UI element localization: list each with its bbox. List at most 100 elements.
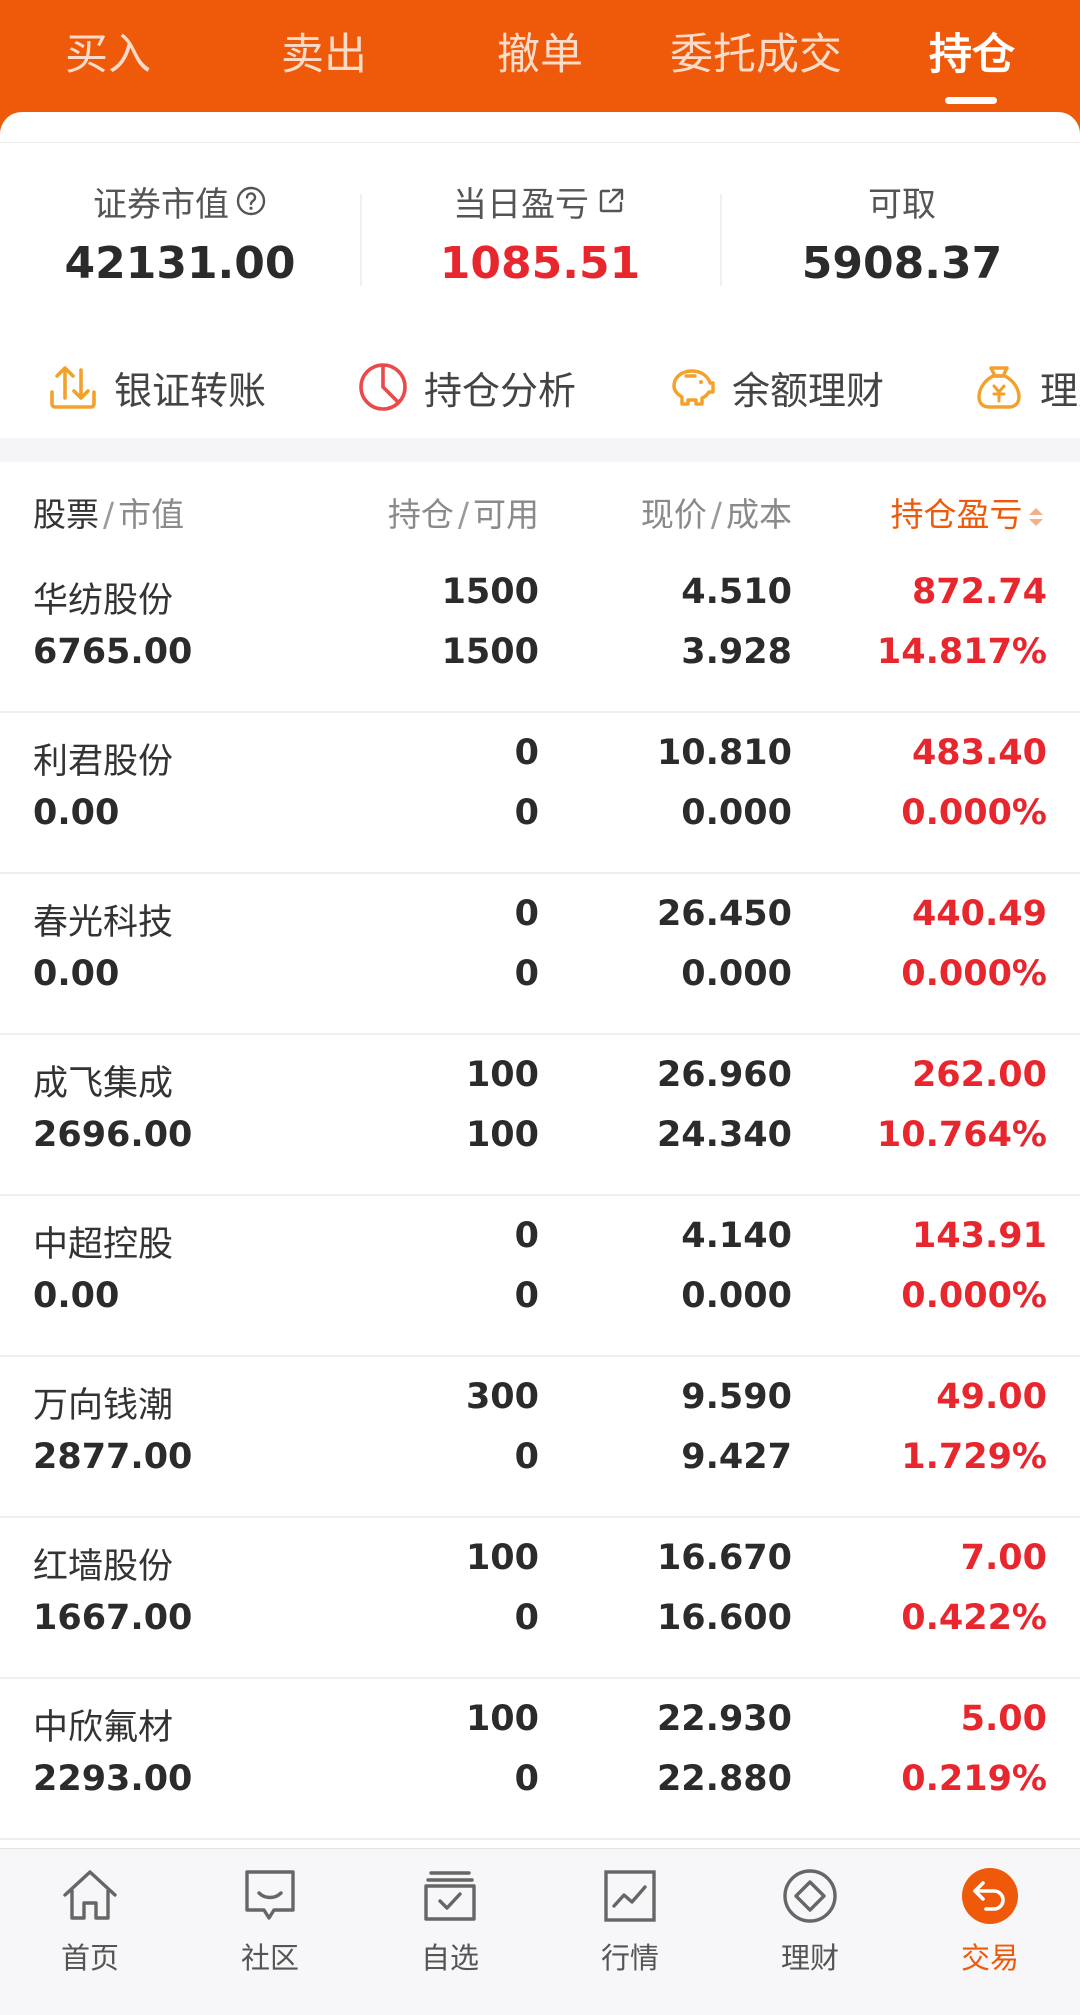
nav-label: 自选	[420, 1941, 479, 1975]
table-row[interactable]: 万向钱潮 2877.00 300 0 9.590 9.427 49.00 1.7…	[0, 1357, 1080, 1518]
cost-price: 0.000	[681, 1276, 792, 1316]
current-price: 26.450	[656, 894, 792, 934]
trade-tab-bar: 买入 卖出 撤单 委托成交 持仓	[0, 0, 1080, 112]
position-pnl: 143.91	[911, 1216, 1047, 1256]
available-qty: 1500	[441, 632, 539, 672]
table-row[interactable]: 春光科技 0.00 0 0 26.450 0.000 440.49 0.000%	[0, 874, 1080, 1035]
position-pnl: 483.40	[911, 733, 1047, 773]
market-value-stat: 证券市值 42131.00	[0, 176, 360, 296]
position-qty: 0	[514, 894, 539, 934]
position-pnl: 49.00	[936, 1377, 1047, 1417]
daily-pnl-value: 1085.51	[439, 238, 641, 289]
card-top-divider	[0, 142, 1080, 143]
header-position-available: 持仓 / 可用	[387, 495, 539, 534]
shortcut-label: 理财	[1040, 368, 1080, 413]
nav-label: 首页	[60, 1941, 119, 1975]
stock-name: 成飞集成	[33, 1064, 174, 1104]
header-position-pnl: 持仓盈亏	[890, 495, 1023, 534]
current-price: 16.670	[656, 1538, 792, 1578]
tab-buy[interactable]: 买入	[0, 0, 216, 112]
header-stock-market-value: 股票 / 市值	[33, 495, 185, 534]
position-pnl: 7.00	[960, 1538, 1047, 1578]
nav-home[interactable]: 首页	[0, 1863, 180, 1993]
position-qty: 300	[465, 1377, 539, 1417]
cost-price: 24.340	[656, 1115, 792, 1155]
position-pnl-percent: 14.817%	[876, 632, 1047, 672]
daily-pnl-label-row: 当日盈亏	[360, 176, 720, 226]
shortcut-label: 余额理财	[732, 368, 885, 413]
nav-watchlist[interactable]: 自选	[360, 1863, 540, 1993]
stock-name: 春光科技	[33, 903, 174, 943]
tab-positions[interactable]: 持仓	[864, 0, 1080, 112]
table-row[interactable]: 利君股份 0.00 0 0 10.810 0.000 483.40 0.000%	[0, 713, 1080, 874]
table-header: 股票 / 市值 持仓 / 可用 现价 / 成本 持仓盈亏	[0, 462, 1080, 552]
cost-price: 0.000	[681, 954, 792, 994]
active-tab-indicator	[945, 97, 997, 104]
shortcut-finance[interactable]: 理财	[972, 352, 1080, 422]
stock-name: 中超控股	[33, 1225, 174, 1265]
nav-finance[interactable]: 理财	[720, 1863, 900, 1993]
position-pnl-percent: 1.729%	[901, 1437, 1047, 1477]
header-available: 可用	[473, 495, 539, 534]
available-qty: 0	[514, 1437, 539, 1477]
nav-label: 行情	[600, 1941, 659, 1975]
table-row[interactable]: 成飞集成 2696.00 100 100 26.960 24.340 262.0…	[0, 1035, 1080, 1196]
app-root: 买入 卖出 撤单 委托成交 持仓 证券市值 42131.00 当日盈亏 1085…	[0, 0, 1080, 2015]
available-qty: 0	[514, 954, 539, 994]
nav-community[interactable]: 社区	[180, 1863, 360, 1993]
money-bag-icon	[977, 366, 1021, 409]
table-row[interactable]: 红墙股份 1667.00 100 0 16.670 16.600 7.00 0.…	[0, 1518, 1080, 1679]
shortcut-balance-finance[interactable]: 余额理财	[664, 352, 884, 422]
nav-market[interactable]: 行情	[540, 1863, 720, 1993]
current-price: 22.930	[656, 1699, 792, 1739]
cost-price: 0.000	[681, 793, 792, 833]
stock-name: 万向钱潮	[33, 1386, 174, 1426]
trade-icon	[962, 1868, 1018, 1924]
home-icon	[63, 1870, 117, 1920]
cost-price: 3.928	[681, 632, 792, 672]
position-qty: 100	[465, 1699, 539, 1739]
stock-name: 华纺股份	[33, 581, 174, 621]
chat-icon	[245, 1870, 295, 1920]
nav-trade[interactable]: 交易	[900, 1863, 1080, 1993]
header-position-pnl-sort[interactable]: 持仓盈亏	[891, 488, 1048, 536]
watchlist-icon	[424, 1871, 476, 1921]
shortcut-label: 银证转账	[114, 368, 267, 413]
nav-label: 社区	[240, 1941, 299, 1975]
table-row[interactable]: 中欣氟材 2293.00 100 0 22.930 22.880 5.00 0.…	[0, 1679, 1080, 1840]
current-price: 10.810	[656, 733, 792, 773]
position-pnl: 262.00	[911, 1055, 1047, 1095]
help-icon[interactable]	[235, 185, 267, 217]
stock-market-value: 1667.00	[33, 1598, 193, 1638]
shortcut-position-analysis[interactable]: 持仓分析	[356, 352, 576, 422]
stock-market-value: 2877.00	[33, 1437, 193, 1477]
header-price-cost: 现价 / 成本	[640, 495, 792, 534]
stock-market-value: 2293.00	[33, 1759, 193, 1799]
piggy-bank-icon	[672, 369, 715, 406]
header-price: 现价	[640, 495, 707, 534]
market-value-label: 证券市值	[93, 184, 229, 225]
sort-icon	[1029, 507, 1043, 526]
nav-label: 交易	[960, 1941, 1019, 1975]
daily-pnl-label: 当日盈亏	[453, 184, 589, 225]
stock-market-value: 0.00	[33, 1276, 120, 1316]
tab-sell[interactable]: 卖出	[216, 0, 432, 112]
tab-orders-deals[interactable]: 委托成交	[648, 0, 864, 112]
cost-price: 22.880	[656, 1759, 792, 1799]
table-row[interactable]: 华纺股份 6765.00 1500 1500 4.510 3.928 872.7…	[0, 552, 1080, 713]
position-pnl-percent: 0.000%	[901, 1276, 1047, 1316]
finance-diamond-icon	[783, 1869, 837, 1923]
cost-price: 9.427	[681, 1437, 792, 1477]
stock-market-value: 2696.00	[33, 1115, 193, 1155]
external-link-icon[interactable]	[595, 185, 627, 217]
position-pnl: 5.00	[960, 1699, 1047, 1739]
market-chart-icon	[604, 1870, 656, 1922]
daily-pnl-stat[interactable]: 当日盈亏 1085.51	[360, 176, 720, 296]
position-qty: 100	[465, 1538, 539, 1578]
market-value-label-row: 证券市值	[0, 176, 360, 226]
header-market-value: 市值	[118, 495, 185, 534]
shortcut-bank-transfer[interactable]: 银证转账	[46, 352, 266, 422]
tab-cancel-order[interactable]: 撤单	[432, 0, 648, 112]
table-row[interactable]: 中超控股 0.00 0 0 4.140 0.000 143.91 0.000%	[0, 1196, 1080, 1357]
nav-label: 理财	[780, 1941, 839, 1975]
